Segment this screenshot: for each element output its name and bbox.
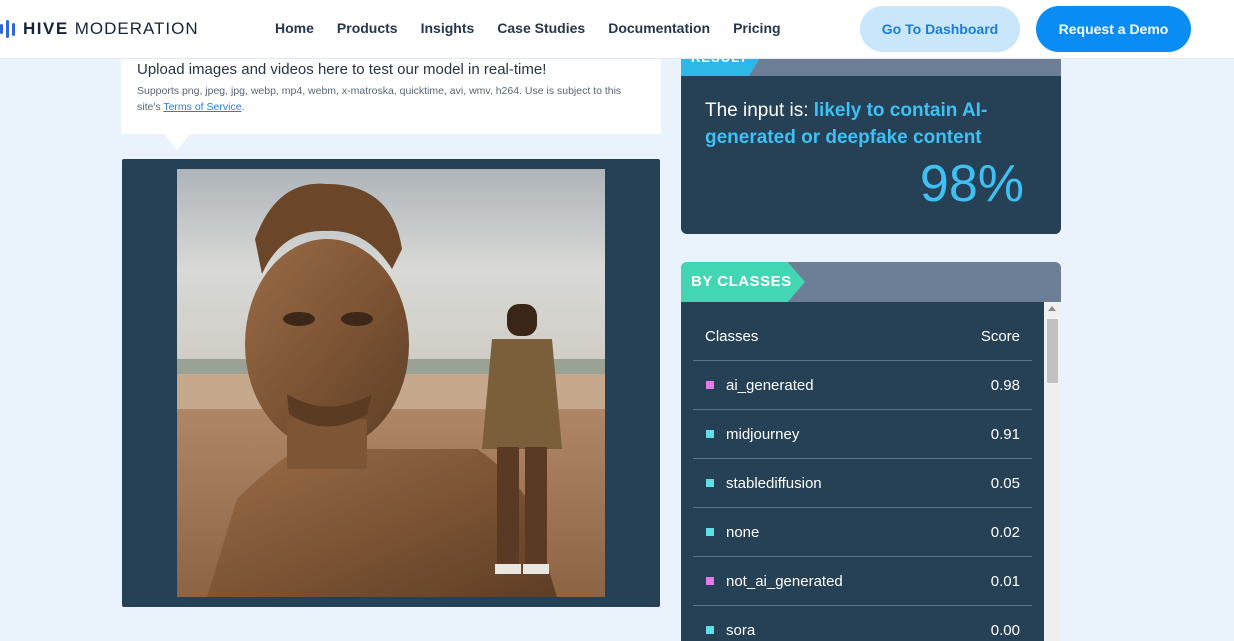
class-color-swatch	[706, 430, 714, 438]
class-name: none	[726, 524, 760, 541]
class-row-sora: sora 0.00	[693, 606, 1032, 641]
class-color-swatch	[706, 479, 714, 487]
result-prefix: The input is:	[705, 100, 814, 121]
logo-text-hive: HIVE	[23, 19, 69, 38]
class-score: 0.02	[990, 524, 1020, 541]
upload-instructions: Upload images and videos here to test ou…	[121, 58, 661, 134]
class-color-swatch	[706, 381, 714, 389]
supported-formats: Supports png, jpeg, jpg, webp, mp4, webm…	[137, 83, 645, 115]
logo-text-moderation: MODERATION	[74, 19, 199, 38]
go-to-dashboard-button[interactable]: Go To Dashboard	[860, 6, 1020, 52]
class-score: 0.00	[990, 622, 1020, 639]
upload-title: Upload images and videos here to test ou…	[137, 61, 547, 78]
hive-logo[interactable]: HIVE MODERATION	[0, 17, 199, 41]
class-score: 0.01	[990, 573, 1020, 590]
class-row-none: none 0.02	[693, 508, 1032, 557]
result-card: RESULT The input is: likely to contain A…	[681, 48, 1061, 234]
terms-suffix: .	[241, 101, 245, 113]
terms-of-service-link[interactable]: Terms of Service	[163, 101, 241, 113]
column-classes: Classes	[705, 328, 759, 345]
image-preview-panel[interactable]	[122, 159, 660, 607]
callout-pointer	[164, 134, 190, 150]
classes-tag: BY CLASSES	[681, 262, 805, 302]
class-score: 0.91	[990, 426, 1020, 443]
class-name: stablediffusion	[726, 475, 822, 492]
result-summary: The input is: likely to contain AI-gener…	[705, 97, 1035, 151]
classes-tag-label: BY CLASSES	[691, 273, 792, 290]
class-color-swatch	[706, 528, 714, 536]
nav-products[interactable]: Products	[337, 20, 398, 36]
result-percentage: 98%	[919, 155, 1024, 213]
classes-table-header: Classes Score	[693, 302, 1032, 361]
site-header: HIVE MODERATION Home Products Insights C…	[0, 0, 1234, 59]
class-color-swatch	[706, 626, 714, 634]
by-classes-card: BY CLASSES Classes Score ai_generated 0.…	[681, 262, 1061, 641]
scroll-up-arrow-icon[interactable]	[1048, 306, 1056, 311]
nav-case-studies[interactable]: Case Studies	[497, 20, 585, 36]
class-score: 0.98	[990, 377, 1020, 394]
class-name: ai_generated	[726, 377, 814, 394]
classes-scrollbar[interactable]	[1044, 302, 1061, 641]
class-color-swatch	[706, 577, 714, 585]
class-row-midjourney: midjourney 0.91	[693, 410, 1032, 459]
nav-insights[interactable]: Insights	[421, 20, 475, 36]
nav-home[interactable]: Home	[275, 20, 314, 36]
main-nav: Home Products Insights Case Studies Docu…	[275, 20, 804, 36]
class-row-ai-generated: ai_generated 0.98	[693, 361, 1032, 410]
class-name: sora	[726, 622, 756, 639]
scrollbar-thumb[interactable]	[1047, 319, 1058, 383]
classes-table: Classes Score ai_generated 0.98 midjourn…	[681, 302, 1044, 641]
class-score: 0.05	[990, 475, 1020, 492]
request-demo-button[interactable]: Request a Demo	[1036, 6, 1191, 52]
nav-pricing[interactable]: Pricing	[733, 20, 780, 36]
class-name: midjourney	[726, 426, 800, 443]
nav-documentation[interactable]: Documentation	[608, 20, 710, 36]
class-row-not-ai-generated: not_ai_generated 0.01	[693, 557, 1032, 606]
hive-logo-icon	[0, 20, 15, 38]
uploaded-image	[177, 169, 605, 597]
column-score: Score	[980, 328, 1020, 345]
class-name: not_ai_generated	[726, 573, 843, 590]
uploaded-image-illustration	[177, 169, 605, 597]
class-row-stablediffusion: stablediffusion 0.05	[693, 459, 1032, 508]
